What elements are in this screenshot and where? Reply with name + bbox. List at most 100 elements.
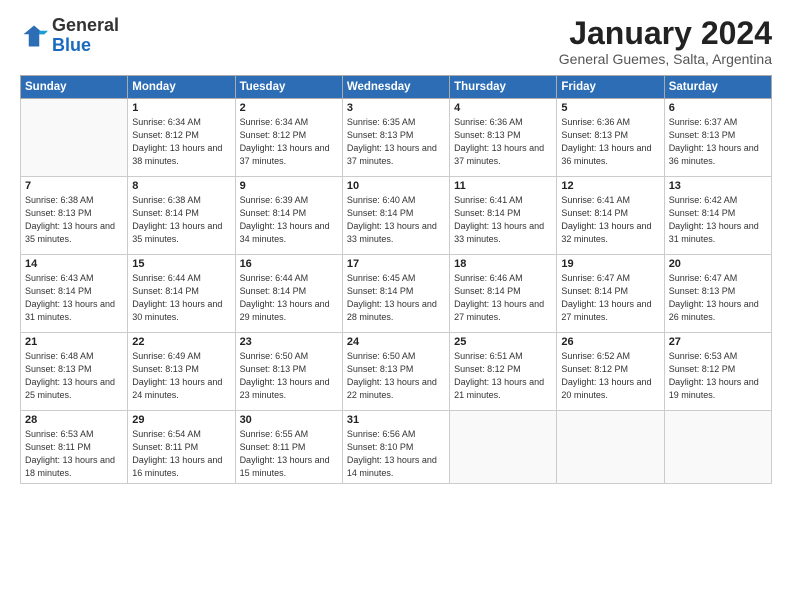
- day-number: 15: [132, 258, 230, 270]
- title-block: January 2024 General Guemes, Salta, Arge…: [559, 16, 772, 67]
- day-info: Sunrise: 6:41 AMSunset: 8:14 PMDaylight:…: [561, 194, 659, 246]
- calendar-day: 18Sunrise: 6:46 AMSunset: 8:14 PMDayligh…: [450, 255, 557, 333]
- day-info: Sunrise: 6:54 AMSunset: 8:11 PMDaylight:…: [132, 428, 230, 480]
- location-subtitle: General Guemes, Salta, Argentina: [559, 51, 772, 67]
- header-monday: Monday: [128, 76, 235, 99]
- calendar-day: 25 Sunrise: 6:51 AMSunset: 8:12 PMDayligh…: [450, 333, 557, 411]
- day-number: 7: [25, 180, 123, 192]
- day-info: Sunrise: 6:50 AMSunset: 8:13 PMDaylight:…: [347, 350, 445, 402]
- day-info: Sunrise: 6:55 AMSunset: 8:11 PMDaylight:…: [240, 428, 338, 480]
- logo-text: General Blue: [52, 16, 119, 56]
- day-info: Sunrise: 6:45 AMSunset: 8:14 PMDaylight:…: [347, 272, 445, 324]
- calendar-day: 10Sunrise: 6:40 AMSunset: 8:14 PMDayligh…: [342, 177, 449, 255]
- day-info: Sunrise: 6:43 AMSunset: 8:14 PMDaylight:…: [25, 272, 123, 324]
- calendar-day: 19Sunrise: 6:47 AMSunset: 8:14 PMDayligh…: [557, 255, 664, 333]
- header-tuesday: Tuesday: [235, 76, 342, 99]
- day-number: 8: [132, 180, 230, 192]
- calendar-day: 12 Sunrise: 6:41 AMSunset: 8:14 PMDayligh…: [557, 177, 664, 255]
- day-info: Sunrise: 6:49 AMSunset: 8:13 PMDaylight:…: [132, 350, 230, 402]
- day-number: 13: [669, 180, 767, 192]
- calendar-week-1: 1 Sunrise: 6:34 AMSunset: 8:12 PMDaylight…: [21, 99, 772, 177]
- calendar-day: 24 Sunrise: 6:50 AMSunset: 8:13 PMDayligh…: [342, 333, 449, 411]
- day-number: 4: [454, 102, 552, 114]
- day-number: 25: [454, 336, 552, 348]
- calendar-day: 1 Sunrise: 6:34 AMSunset: 8:12 PMDaylight…: [128, 99, 235, 177]
- calendar-day: 27Sunrise: 6:53 AMSunset: 8:12 PMDayligh…: [664, 333, 771, 411]
- calendar-day: 20 Sunrise: 6:47 AMSunset: 8:13 PMDayligh…: [664, 255, 771, 333]
- day-info: Sunrise: 6:34 AMSunset: 8:12 PMDaylight:…: [132, 116, 230, 168]
- logo-general: General: [52, 15, 119, 35]
- calendar-day: 4Sunrise: 6:36 AMSunset: 8:13 PMDaylight…: [450, 99, 557, 177]
- calendar-day: 11 Sunrise: 6:41 AMSunset: 8:14 PMDayligh…: [450, 177, 557, 255]
- day-number: 3: [347, 102, 445, 114]
- day-number: 16: [240, 258, 338, 270]
- calendar-day: [450, 411, 557, 484]
- calendar-day: 31 Sunrise: 6:56 AMSunset: 8:10 PMDayligh…: [342, 411, 449, 484]
- day-info: Sunrise: 6:52 AMSunset: 8:12 PMDaylight:…: [561, 350, 659, 402]
- day-info: Sunrise: 6:34 AMSunset: 8:12 PMDaylight:…: [240, 116, 338, 168]
- day-number: 31: [347, 414, 445, 426]
- day-number: 20: [669, 258, 767, 270]
- calendar-day: 23Sunrise: 6:50 AMSunset: 8:13 PMDayligh…: [235, 333, 342, 411]
- header-friday: Friday: [557, 76, 664, 99]
- day-number: 11: [454, 180, 552, 192]
- day-number: 30: [240, 414, 338, 426]
- day-number: 14: [25, 258, 123, 270]
- day-number: 23: [240, 336, 338, 348]
- day-number: 27: [669, 336, 767, 348]
- day-number: 9: [240, 180, 338, 192]
- calendar-day: 17 Sunrise: 6:45 AMSunset: 8:14 PMDayligh…: [342, 255, 449, 333]
- logo-icon: [20, 22, 48, 50]
- day-info: Sunrise: 6:38 AMSunset: 8:14 PMDaylight:…: [132, 194, 230, 246]
- calendar-week-2: 7 Sunrise: 6:38 AMSunset: 8:13 PMDaylight…: [21, 177, 772, 255]
- calendar-day: 2 Sunrise: 6:34 AMSunset: 8:12 PMDaylight…: [235, 99, 342, 177]
- calendar-day: 7 Sunrise: 6:38 AMSunset: 8:13 PMDaylight…: [21, 177, 128, 255]
- day-info: Sunrise: 6:51 AMSunset: 8:12 PMDaylight:…: [454, 350, 552, 402]
- calendar-day: [557, 411, 664, 484]
- weekday-header-row: Sunday Monday Tuesday Wednesday Thursday…: [21, 76, 772, 99]
- day-number: 24: [347, 336, 445, 348]
- header-wednesday: Wednesday: [342, 76, 449, 99]
- day-info: Sunrise: 6:41 AMSunset: 8:14 PMDaylight:…: [454, 194, 552, 246]
- calendar-day: 9Sunrise: 6:39 AMSunset: 8:14 PMDaylight…: [235, 177, 342, 255]
- calendar-day: 3 Sunrise: 6:35 AMSunset: 8:13 PMDaylight…: [342, 99, 449, 177]
- calendar-week-5: 28 Sunrise: 6:53 AMSunset: 8:11 PMDayligh…: [21, 411, 772, 484]
- header: General Blue January 2024 General Guemes…: [20, 16, 772, 67]
- day-info: Sunrise: 6:44 AMSunset: 8:14 PMDaylight:…: [240, 272, 338, 324]
- header-saturday: Saturday: [664, 76, 771, 99]
- day-info: Sunrise: 6:35 AMSunset: 8:13 PMDaylight:…: [347, 116, 445, 168]
- page: General Blue January 2024 General Guemes…: [0, 0, 792, 612]
- calendar-day: 29 Sunrise: 6:54 AMSunset: 8:11 PMDayligh…: [128, 411, 235, 484]
- day-info: Sunrise: 6:53 AMSunset: 8:11 PMDaylight:…: [25, 428, 123, 480]
- calendar-day: 30 Sunrise: 6:55 AMSunset: 8:11 PMDayligh…: [235, 411, 342, 484]
- calendar-table: Sunday Monday Tuesday Wednesday Thursday…: [20, 75, 772, 484]
- logo: General Blue: [20, 16, 119, 56]
- day-info: Sunrise: 6:47 AMSunset: 8:13 PMDaylight:…: [669, 272, 767, 324]
- day-info: Sunrise: 6:38 AMSunset: 8:13 PMDaylight:…: [25, 194, 123, 246]
- calendar-day: 14 Sunrise: 6:43 AMSunset: 8:14 PMDayligh…: [21, 255, 128, 333]
- month-title: January 2024: [559, 16, 772, 51]
- calendar-day: [21, 99, 128, 177]
- day-number: 18: [454, 258, 552, 270]
- day-number: 2: [240, 102, 338, 114]
- day-info: Sunrise: 6:36 AMSunset: 8:13 PMDaylight:…: [561, 116, 659, 168]
- day-number: 22: [132, 336, 230, 348]
- calendar-week-4: 21 Sunrise: 6:48 AMSunset: 8:13 PMDayligh…: [21, 333, 772, 411]
- day-info: Sunrise: 6:47 AMSunset: 8:14 PMDaylight:…: [561, 272, 659, 324]
- day-number: 29: [132, 414, 230, 426]
- day-number: 12: [561, 180, 659, 192]
- day-number: 1: [132, 102, 230, 114]
- day-info: Sunrise: 6:56 AMSunset: 8:10 PMDaylight:…: [347, 428, 445, 480]
- calendar-week-3: 14 Sunrise: 6:43 AMSunset: 8:14 PMDayligh…: [21, 255, 772, 333]
- day-info: Sunrise: 6:37 AMSunset: 8:13 PMDaylight:…: [669, 116, 767, 168]
- day-number: 28: [25, 414, 123, 426]
- day-number: 6: [669, 102, 767, 114]
- day-number: 5: [561, 102, 659, 114]
- day-number: 17: [347, 258, 445, 270]
- logo-blue: Blue: [52, 35, 91, 55]
- calendar-day: [664, 411, 771, 484]
- day-number: 21: [25, 336, 123, 348]
- calendar-day: 6 Sunrise: 6:37 AMSunset: 8:13 PMDaylight…: [664, 99, 771, 177]
- header-sunday: Sunday: [21, 76, 128, 99]
- day-info: Sunrise: 6:48 AMSunset: 8:13 PMDaylight:…: [25, 350, 123, 402]
